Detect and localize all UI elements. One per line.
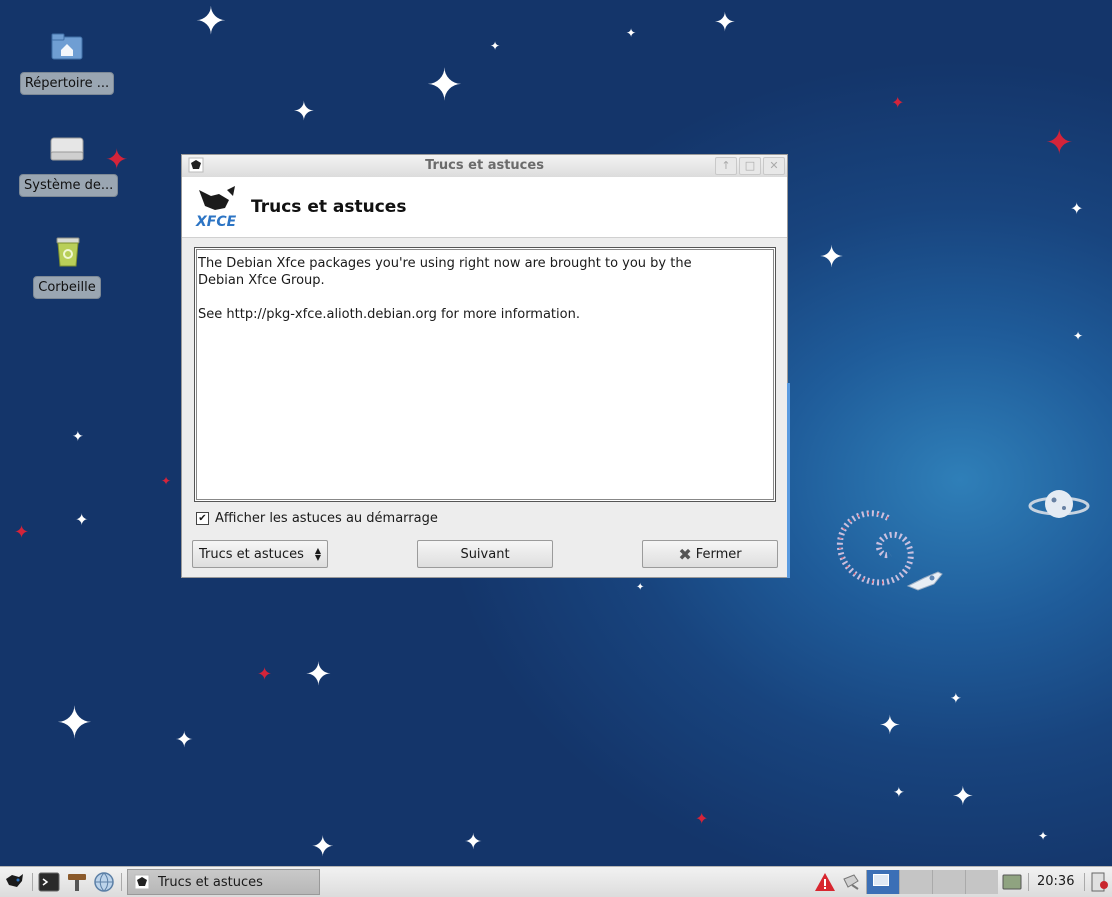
terminal-launcher[interactable] xyxy=(38,871,60,893)
browser-launcher[interactable] xyxy=(93,871,115,893)
desktop-icon-filesystem[interactable]: Système de... xyxy=(19,130,119,197)
panel-separator xyxy=(1028,873,1029,891)
workspace-3[interactable] xyxy=(932,870,965,894)
window-title: Trucs et astuces xyxy=(425,158,544,173)
window-shade-button[interactable]: ↑ xyxy=(715,157,737,175)
star-icon: ✦ xyxy=(879,711,901,741)
star-icon: ✦ xyxy=(714,8,736,38)
show-desktop-button[interactable] xyxy=(1001,871,1023,893)
xfce-window-icon xyxy=(134,874,150,890)
settings-brush-icon xyxy=(68,874,86,891)
panel-separator xyxy=(32,873,33,891)
star-icon: ✦ xyxy=(952,782,974,812)
show-at-startup-checkbox[interactable]: ✔ xyxy=(196,512,209,525)
logout-button[interactable] xyxy=(1088,871,1110,893)
web-browser-icon xyxy=(94,872,114,892)
task-button-tips[interactable]: Trucs et astuces xyxy=(127,869,320,895)
star-icon: ✦ xyxy=(305,655,332,693)
star-icon: ✦ xyxy=(490,39,501,53)
rocket-icon xyxy=(906,571,943,591)
close-button-label: Fermer xyxy=(695,546,742,562)
star-icon: ✦ xyxy=(72,429,84,445)
star-icon: ✦ xyxy=(626,26,637,40)
window-close-button[interactable]: ✕ xyxy=(763,157,785,175)
updown-arrows-icon: ▲ ▼ xyxy=(314,546,321,562)
close-x-icon: ✖ xyxy=(678,544,692,564)
star-icon: ✦ xyxy=(1073,329,1084,343)
desktop: ✦ ✦ ✦ ✦ ✦ ✦ ✦ ✦ ✦ ✦ ✦ ✦ ✦ ✦ ✦ ✦ ✦ ✦ ✦ ✦ … xyxy=(0,0,1112,866)
next-button-label: Suivant xyxy=(460,546,510,562)
tips-category-select[interactable]: Trucs et astuces ▲ ▼ xyxy=(192,540,328,568)
desktop-icon-trash[interactable]: Corbeille xyxy=(19,232,115,299)
tips-category-value: Trucs et astuces xyxy=(199,546,304,562)
workspace-1[interactable] xyxy=(866,870,899,894)
close-button[interactable]: ✖ Fermer xyxy=(642,540,778,568)
network-tray-item[interactable] xyxy=(840,871,862,893)
workspace-2[interactable] xyxy=(899,870,932,894)
star-icon: ✦ xyxy=(950,691,962,707)
star-icon: ✦ xyxy=(257,664,273,685)
star-icon: ✦ xyxy=(293,97,315,127)
desktop-icon-home[interactable]: Répertoire ... xyxy=(19,28,115,95)
workspace-window-thumb xyxy=(873,874,889,886)
star-icon: ✦ xyxy=(695,809,709,828)
warning-tray-item[interactable] xyxy=(814,871,836,893)
logout-icon xyxy=(1091,872,1108,892)
star-icon: ✦ xyxy=(891,93,905,112)
dialog-header: XFCE Trucs et astuces xyxy=(182,177,787,238)
applications-menu-button[interactable] xyxy=(3,871,27,893)
star-icon: ✦ xyxy=(636,582,645,593)
star-icon: ✦ xyxy=(75,510,89,529)
clock[interactable]: 20:36 xyxy=(1037,874,1074,889)
workspace-4[interactable] xyxy=(965,870,998,894)
dialog-heading: Trucs et astuces xyxy=(251,197,407,217)
star-icon: ✦ xyxy=(14,522,30,543)
desktop-icon-label: Système de... xyxy=(19,174,119,197)
drive-icon xyxy=(47,130,87,170)
warning-icon xyxy=(815,873,835,891)
xfce-menu-icon xyxy=(6,874,23,887)
show-at-startup-option[interactable]: ✔ Afficher les astuces au démarrage xyxy=(196,511,438,526)
star-icon: ✦ xyxy=(819,240,845,275)
star-icon: ✦ xyxy=(175,728,194,753)
star-icon: ✦ xyxy=(426,60,463,111)
star-icon: ✦ xyxy=(893,785,905,801)
star-icon: ✦ xyxy=(1070,199,1084,218)
panel-separator xyxy=(121,873,122,891)
star-icon: ✦ xyxy=(195,0,227,43)
next-button[interactable]: Suivant xyxy=(417,540,553,568)
tips-text-area[interactable]: The Debian Xfce packages you're using ri… xyxy=(194,247,776,502)
planet-icon xyxy=(1028,490,1090,518)
star-icon: ✦ xyxy=(1045,123,1074,163)
show-desktop-icon xyxy=(1002,874,1022,890)
window-edge-highlight xyxy=(787,383,790,578)
xfce-logo-text: XFCE xyxy=(195,214,237,230)
home-folder-icon xyxy=(47,28,87,68)
trash-icon xyxy=(47,232,87,272)
terminal-icon xyxy=(38,872,60,892)
star-icon: ✦ xyxy=(161,474,172,488)
show-at-startup-label: Afficher les astuces au démarrage xyxy=(215,511,438,526)
network-icon xyxy=(843,874,859,890)
window-titlebar[interactable]: Trucs et astuces ↑ □ ✕ xyxy=(182,155,787,178)
star-icon: ✦ xyxy=(1038,829,1049,843)
desktop-icon-label: Corbeille xyxy=(33,276,101,299)
taskbar-panel: Trucs et astuces 20:36 xyxy=(0,866,1112,897)
desktop-icon-label: Répertoire ... xyxy=(19,72,115,95)
tips-dialog: Trucs et astuces ↑ □ ✕ XFCE Trucs et ast… xyxy=(181,154,790,578)
settings-launcher[interactable] xyxy=(66,871,88,893)
panel-separator xyxy=(1084,873,1085,891)
window-maximize-button[interactable]: □ xyxy=(739,157,761,175)
star-icon: ✦ xyxy=(464,830,483,855)
star-icon: ✦ xyxy=(56,698,93,749)
star-icon: ✦ xyxy=(311,830,335,863)
task-button-label: Trucs et astuces xyxy=(158,874,263,890)
xfce-logo-icon: XFCE xyxy=(195,186,237,230)
